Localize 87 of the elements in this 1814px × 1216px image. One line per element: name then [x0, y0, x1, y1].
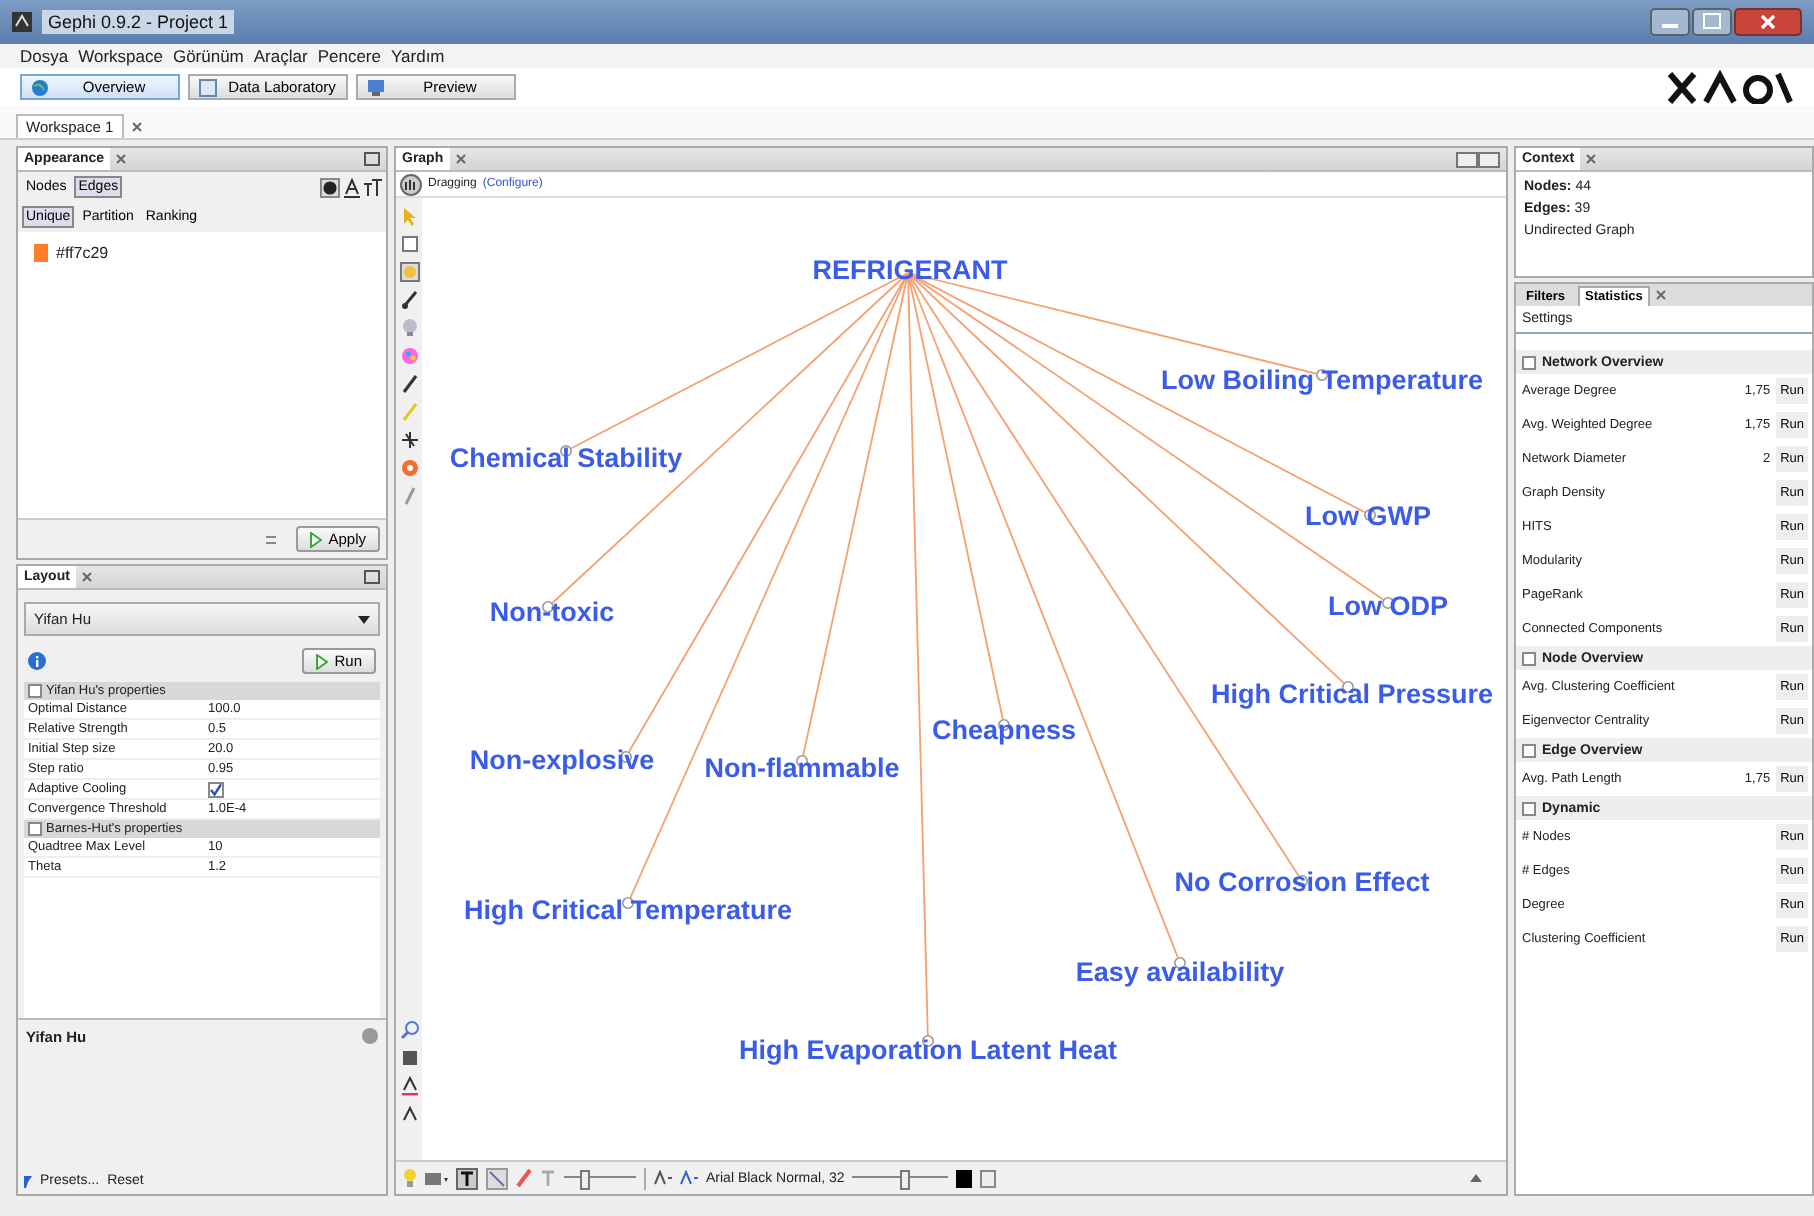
search-icon[interactable] [399, 1020, 419, 1040]
window-buttons-icon[interactable] [1456, 151, 1500, 167]
sheet-icon [198, 77, 218, 97]
caret-icon[interactable] [1470, 1174, 1482, 1182]
menu-item[interactable]: Yardım [391, 46, 445, 66]
window-title: Gephi 0.9.2 - Project 1 [42, 10, 235, 34]
play-icon [316, 653, 329, 669]
menu-item[interactable]: Workspace [78, 46, 163, 66]
play-icon [310, 531, 323, 547]
menu-item[interactable]: Araçlar [253, 46, 308, 66]
collapse-icon[interactable] [1522, 355, 1536, 369]
text-color-icon[interactable] [344, 177, 360, 197]
close-icon[interactable] [455, 154, 466, 164]
gear-icon[interactable] [399, 458, 419, 478]
node-dot[interactable] [796, 755, 808, 767]
checkbox[interactable] [208, 781, 224, 797]
node-dot[interactable] [620, 751, 632, 763]
menu-item[interactable]: Görünüm [172, 46, 244, 66]
node-label[interactable]: Easy availability [1075, 957, 1285, 987]
close-icon[interactable] [81, 572, 92, 582]
color-swatch[interactable] [956, 1169, 973, 1187]
rectangle-icon[interactable] [399, 234, 419, 254]
drag-icon[interactable] [399, 262, 419, 282]
collapse-icon[interactable] [1522, 801, 1536, 815]
close-icon[interactable] [116, 154, 127, 164]
line-icon[interactable] [486, 1167, 508, 1189]
slider-thumb[interactable] [580, 1170, 591, 1190]
slider-thumb[interactable] [900, 1170, 911, 1190]
node-label[interactable]: High Critical Pressure [1210, 679, 1494, 709]
info-icon [28, 652, 46, 670]
caret-icon [358, 615, 370, 623]
grip-icon [266, 535, 277, 543]
globe-icon [30, 77, 50, 97]
node-label[interactable]: Non-toxic [489, 597, 615, 627]
node-dot[interactable] [622, 897, 634, 909]
text-color-icon[interactable] [399, 1076, 419, 1096]
node-dot[interactable] [998, 719, 1010, 731]
picture-icon[interactable] [424, 1169, 448, 1187]
close-icon[interactable] [1586, 154, 1597, 164]
color-value: #ff7c29 [56, 244, 109, 262]
minimize-button[interactable] [364, 570, 380, 584]
node-label[interactable]: Chemical Stability [449, 443, 683, 473]
flag-icon [24, 1175, 32, 1187]
brush-icon[interactable] [399, 290, 419, 310]
node-label[interactable]: High Critical Temperature [463, 895, 793, 925]
node-label[interactable]: REFRIGERANT [812, 255, 1008, 285]
maximize-button[interactable] [1692, 8, 1732, 36]
node-dot[interactable] [560, 445, 572, 457]
app-icon [12, 12, 32, 32]
node-dot[interactable] [922, 1035, 934, 1047]
close-icon[interactable] [1656, 290, 1667, 300]
node-label[interactable]: Cheapness [931, 715, 1077, 745]
minimize-button[interactable] [364, 152, 380, 166]
menu-item[interactable]: Dosya [20, 46, 69, 66]
node-label[interactable]: Non-explosive [469, 745, 655, 775]
status-icon [362, 1028, 378, 1044]
font-size-icon[interactable] [654, 1170, 672, 1186]
logo-icon [1666, 70, 1794, 104]
minimize-button[interactable] [1650, 8, 1690, 36]
clipboard-icon[interactable] [980, 1168, 997, 1188]
node-label[interactable]: Low GWP [1305, 501, 1431, 531]
node-dot[interactable] [542, 601, 554, 613]
node-label[interactable]: Low Boiling Temperature [1161, 365, 1483, 395]
node-label[interactable]: No Corrosion Effect [1174, 867, 1430, 897]
node-label[interactable]: Low ODP [1328, 591, 1448, 621]
collapse-icon[interactable] [28, 822, 42, 836]
node-dot[interactable] [1174, 957, 1186, 969]
bulb-icon[interactable] [399, 318, 419, 338]
collapse-icon[interactable] [28, 684, 42, 698]
menu-item[interactable]: Pencere [317, 46, 381, 66]
collapse-icon[interactable] [1522, 651, 1536, 665]
node-dot[interactable] [1382, 597, 1394, 609]
monitor-icon [366, 77, 386, 97]
node-label[interactable]: Non-flammable [704, 753, 900, 783]
node-dot[interactable] [1342, 681, 1354, 693]
node-dot[interactable] [1364, 509, 1376, 521]
node-dot[interactable] [1296, 875, 1308, 887]
node-label[interactable]: High Evaporation Latent Heat [738, 1035, 1118, 1065]
text-toggle-icon[interactable] [456, 1167, 478, 1189]
color-swatch[interactable] [34, 244, 48, 262]
square-icon[interactable] [399, 1048, 419, 1068]
text-size-icon[interactable] [364, 177, 382, 197]
font-size-icon[interactable] [680, 1170, 698, 1186]
close-icon[interactable] [131, 122, 142, 132]
close-button[interactable] [1734, 8, 1802, 36]
collapse-icon[interactable] [1522, 743, 1536, 757]
palette-icon[interactable] [320, 177, 340, 197]
